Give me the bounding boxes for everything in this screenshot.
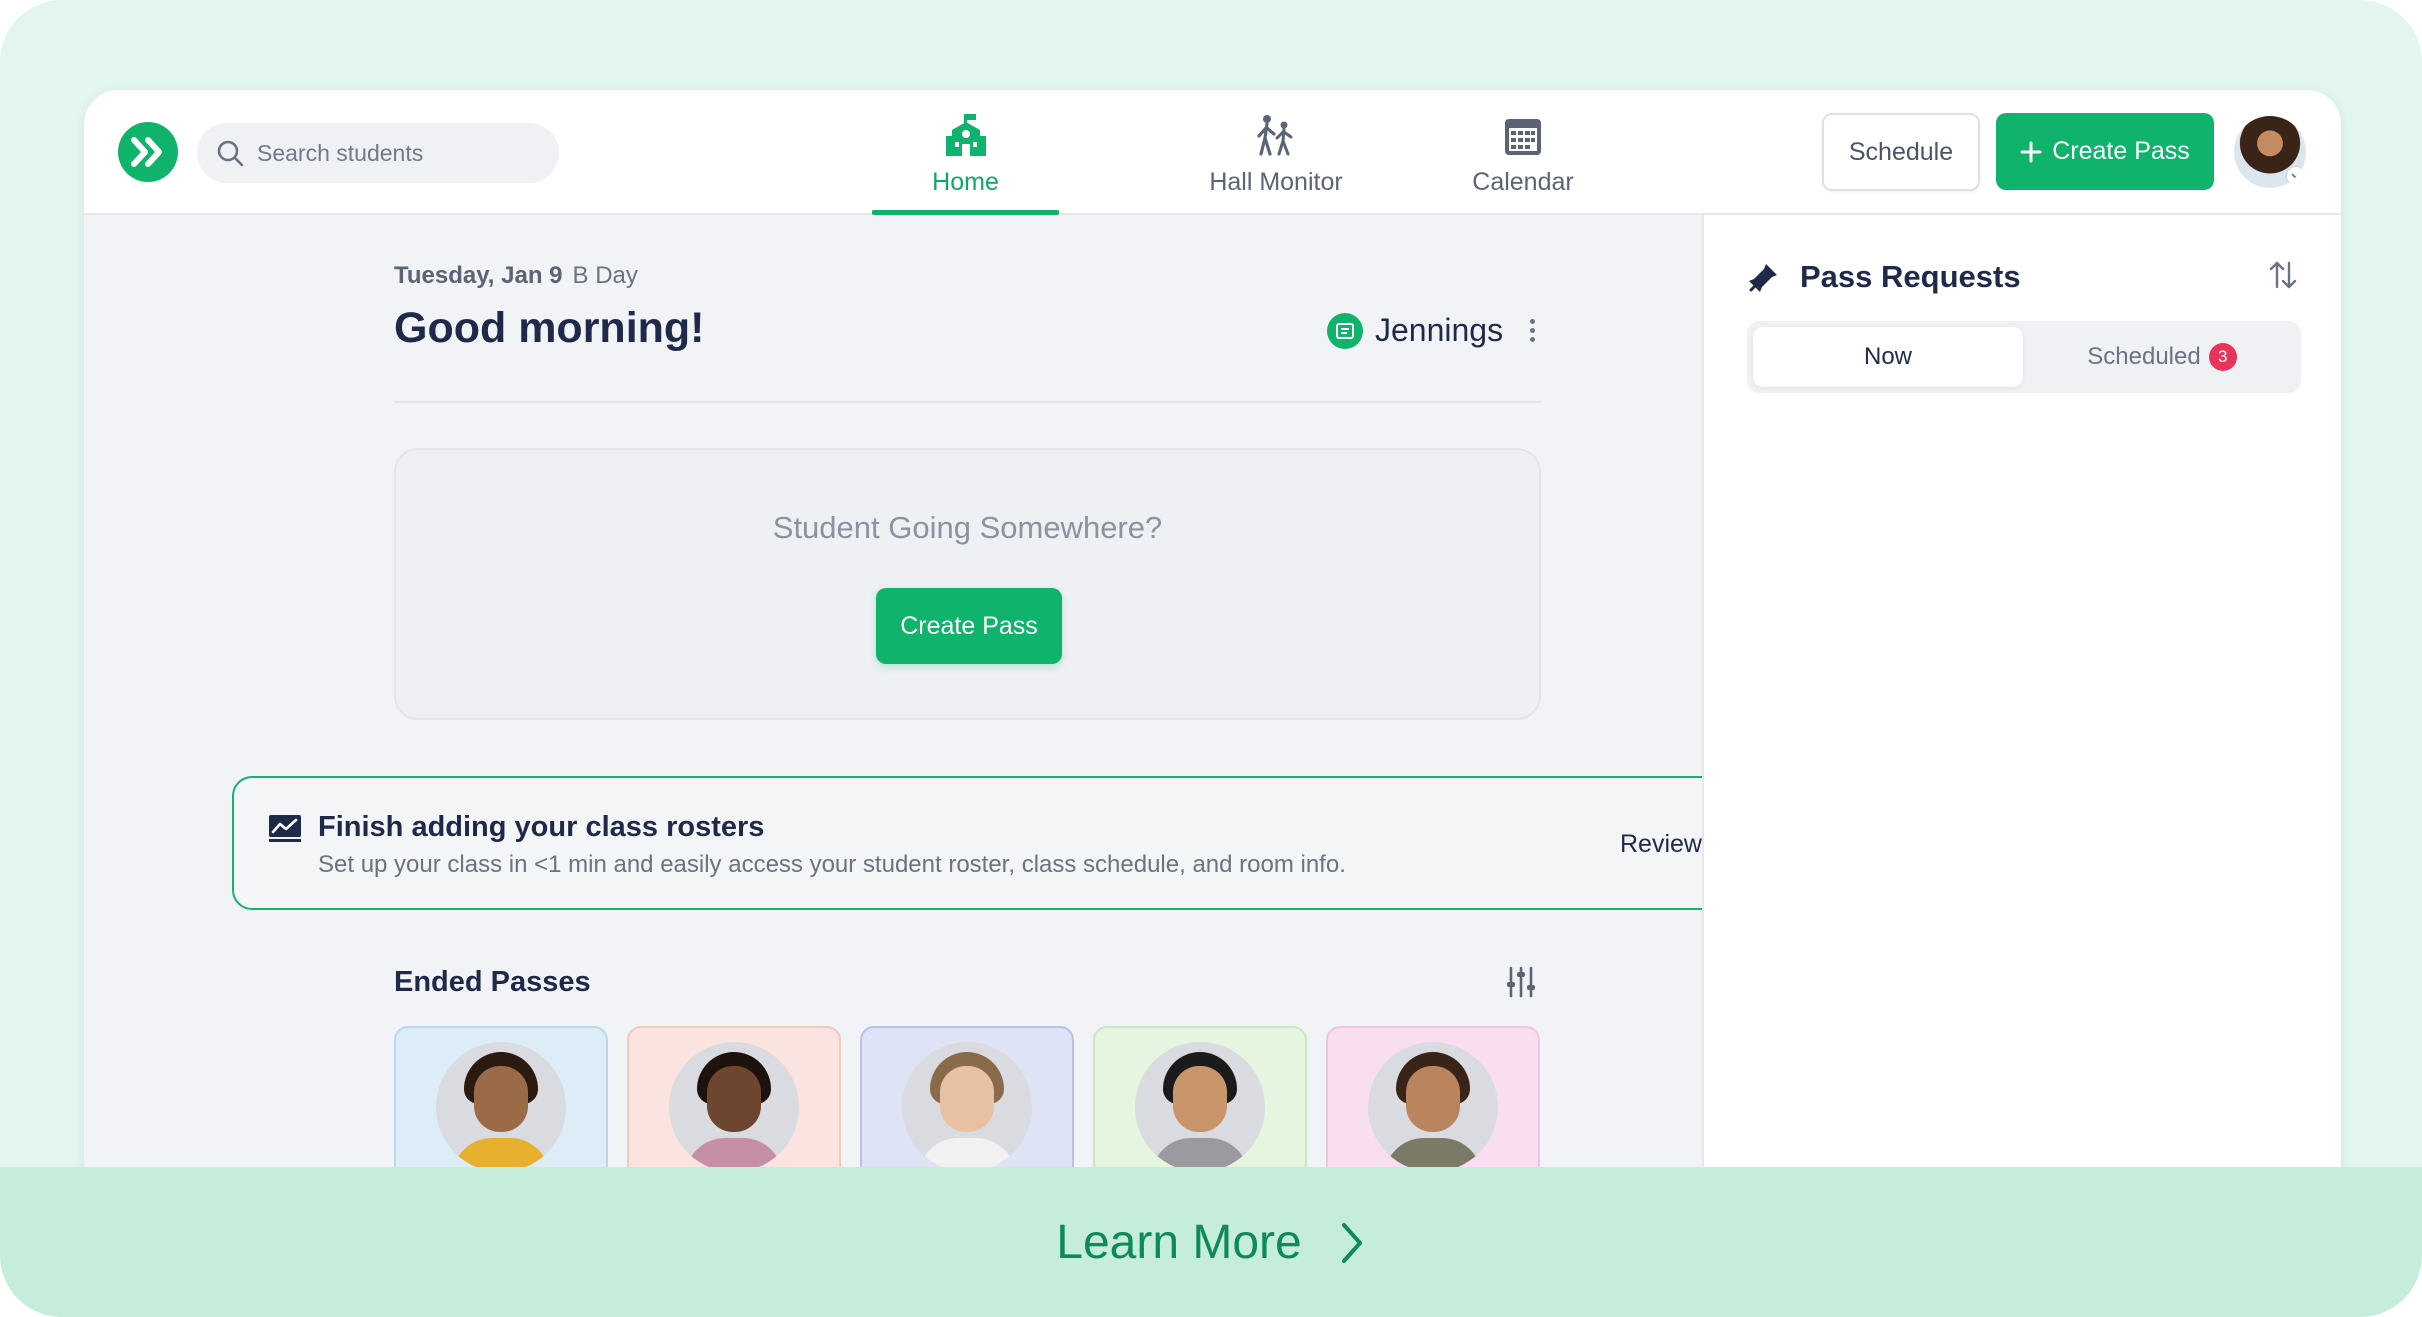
- ended-passes-title: Ended Passes: [394, 966, 591, 998]
- roster-banner[interactable]: Finish adding your class rosters Set up …: [232, 776, 1871, 910]
- greeting-title: Good morning!: [394, 304, 705, 352]
- chart-icon: [268, 814, 302, 847]
- schedule-button[interactable]: Schedule: [1822, 113, 1980, 191]
- pass-requests-title: Pass Requests: [1800, 259, 2021, 294]
- date-text: Tuesday, Jan 9: [394, 262, 563, 289]
- tab-calendar-label: Calendar: [1472, 168, 1574, 196]
- teacher-name: Jennings: [1375, 312, 1504, 348]
- going-question: Student Going Somewhere?: [772, 510, 1163, 545]
- pass-requests-panel: Pass Requests Now Scheduled 3: [1702, 215, 2341, 1317]
- more-options-icon[interactable]: [1529, 319, 1535, 342]
- top-nav-bar: Home Hall Monitor: [84, 90, 2341, 215]
- promo-frame: Home Hall Monitor: [0, 0, 2422, 1317]
- scheduled-count-badge: 3: [2208, 343, 2237, 371]
- search-icon: [215, 138, 245, 168]
- tab-home[interactable]: Home: [872, 108, 1059, 215]
- tab-scheduled-label: Scheduled: [2087, 343, 2201, 370]
- create-pass-card: Student Going Somewhere? Create Pass: [394, 448, 1541, 720]
- tab-home-label: Home: [932, 168, 999, 196]
- learn-more-bar[interactable]: Learn More: [0, 1167, 2422, 1317]
- school-icon: [945, 108, 986, 156]
- roster-subtitle: Set up your class in <1 min and easily a…: [318, 851, 1346, 878]
- filter-sliders-icon[interactable]: [1506, 966, 1536, 1003]
- bell-icon: [1746, 261, 1780, 300]
- app-window: Home Hall Monitor: [84, 90, 2341, 1317]
- tab-scheduled[interactable]: Scheduled 3: [2027, 327, 2297, 387]
- learn-more-link[interactable]: Learn More: [0, 1215, 2422, 1270]
- roster-title: Finish adding your class rosters: [318, 811, 765, 843]
- tab-calendar[interactable]: Calendar: [1460, 108, 1586, 213]
- user-avatar[interactable]: [2234, 116, 2306, 188]
- day-type: B Day: [572, 262, 638, 289]
- student-avatar: [1135, 1042, 1265, 1172]
- review-label: Review: [1620, 830, 1702, 858]
- date-line: Tuesday, Jan 9 B Day: [394, 262, 638, 290]
- sort-icon[interactable]: [2268, 259, 2298, 296]
- create-pass-button[interactable]: Create Pass: [1996, 113, 2214, 190]
- search-input[interactable]: [255, 138, 539, 168]
- card-create-pass-button[interactable]: Create Pass: [876, 588, 1062, 664]
- plus-icon: [2020, 141, 2042, 162]
- walking-people-icon: [1255, 108, 1297, 156]
- pass-requests-tabs: Now Scheduled 3: [1747, 321, 2301, 393]
- tab-hall-monitor[interactable]: Hall Monitor: [1194, 108, 1358, 213]
- student-avatar: [669, 1042, 799, 1172]
- student-avatar: [436, 1042, 566, 1172]
- divider: [394, 401, 1541, 403]
- double-chevron-icon: [131, 137, 162, 167]
- learn-more-label: Learn More: [1056, 1216, 1302, 1269]
- tab-now[interactable]: Now: [1753, 327, 2023, 387]
- teacher-selector[interactable]: Jennings: [1327, 312, 1535, 349]
- search-bar[interactable]: [197, 123, 559, 183]
- student-avatar: [1368, 1042, 1498, 1172]
- tab-hall-monitor-label: Hall Monitor: [1209, 168, 1343, 196]
- chevron-right-icon: [1341, 1222, 1362, 1263]
- create-pass-label: Create Pass: [2052, 137, 2190, 165]
- student-avatar: [902, 1042, 1032, 1172]
- calendar-icon: [1504, 108, 1542, 156]
- room-icon: [1327, 312, 1363, 349]
- chevron-down-icon: [2286, 166, 2306, 186]
- app-logo[interactable]: [118, 122, 178, 182]
